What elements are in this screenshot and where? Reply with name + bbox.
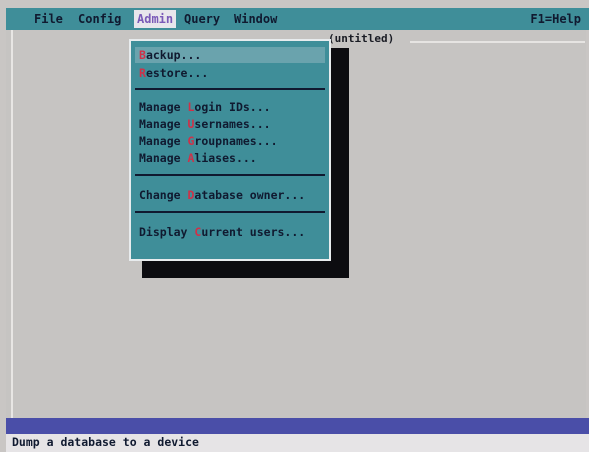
hotkey: B [139,48,146,62]
dos-screen: (untitled) File Config Admin Query Windo… [0,0,589,452]
menu-admin[interactable]: Admin [134,10,177,28]
menu-item-manage-usernames[interactable]: Manage Usernames... [139,116,271,132]
window-title: (untitled) [328,32,395,45]
menu-window[interactable]: Window [234,10,277,28]
menu-item-manage-login-ids[interactable]: Manage Login IDs... [139,99,271,115]
menu-item-prefix: Change [139,188,188,202]
menu-config[interactable]: Config [78,10,121,28]
horizontal-scrollbar[interactable] [6,418,589,434]
menu-item-label: ogin IDs... [194,100,271,114]
menu-item-prefix: Manage [139,100,188,114]
hotkey: R [139,66,146,80]
menu-separator [135,88,325,90]
menu-separator [135,211,325,213]
menu-item-label: estore... [145,66,209,80]
window-left-border [11,30,13,418]
menu-item-manage-groupnames[interactable]: Manage Groupnames... [139,133,278,149]
status-bar: Dump a database to a device [6,434,589,452]
menu-bar: File Config Admin Query Window F1=Help [6,8,589,30]
menu-item-label: urrent users... [201,225,306,239]
menu-item-label: sernames... [194,117,271,131]
menu-item-manage-aliases[interactable]: Manage Aliases... [139,150,257,166]
menu-item-prefix: Manage [139,151,188,165]
menu-item-prefix: Display [139,225,195,239]
window-title-rule [410,41,585,44]
menu-item-display-current-users[interactable]: Display Current users... [139,224,305,240]
menu-item-backup[interactable]: Backup... [135,47,325,63]
menu-file[interactable]: File [34,10,63,28]
menu-query[interactable]: Query [184,10,220,28]
menu-item-label: atabase owner... [194,188,306,202]
menu-item-restore[interactable]: Restore... [139,65,208,81]
help-hint[interactable]: F1=Help [530,10,581,28]
admin-menu: Backup... Restore... Manage Login IDs...… [129,39,331,261]
menu-item-prefix: Manage [139,134,188,148]
menu-item-label: roupnames... [194,134,278,148]
menu-item-label: liases... [194,151,257,165]
status-text: Dump a database to a device [12,435,199,449]
menu-item-change-database-owner[interactable]: Change Database owner... [139,187,305,203]
menu-item-prefix: Manage [139,117,188,131]
menu-item-label: ackup... [145,48,202,62]
menu-separator [135,174,325,176]
